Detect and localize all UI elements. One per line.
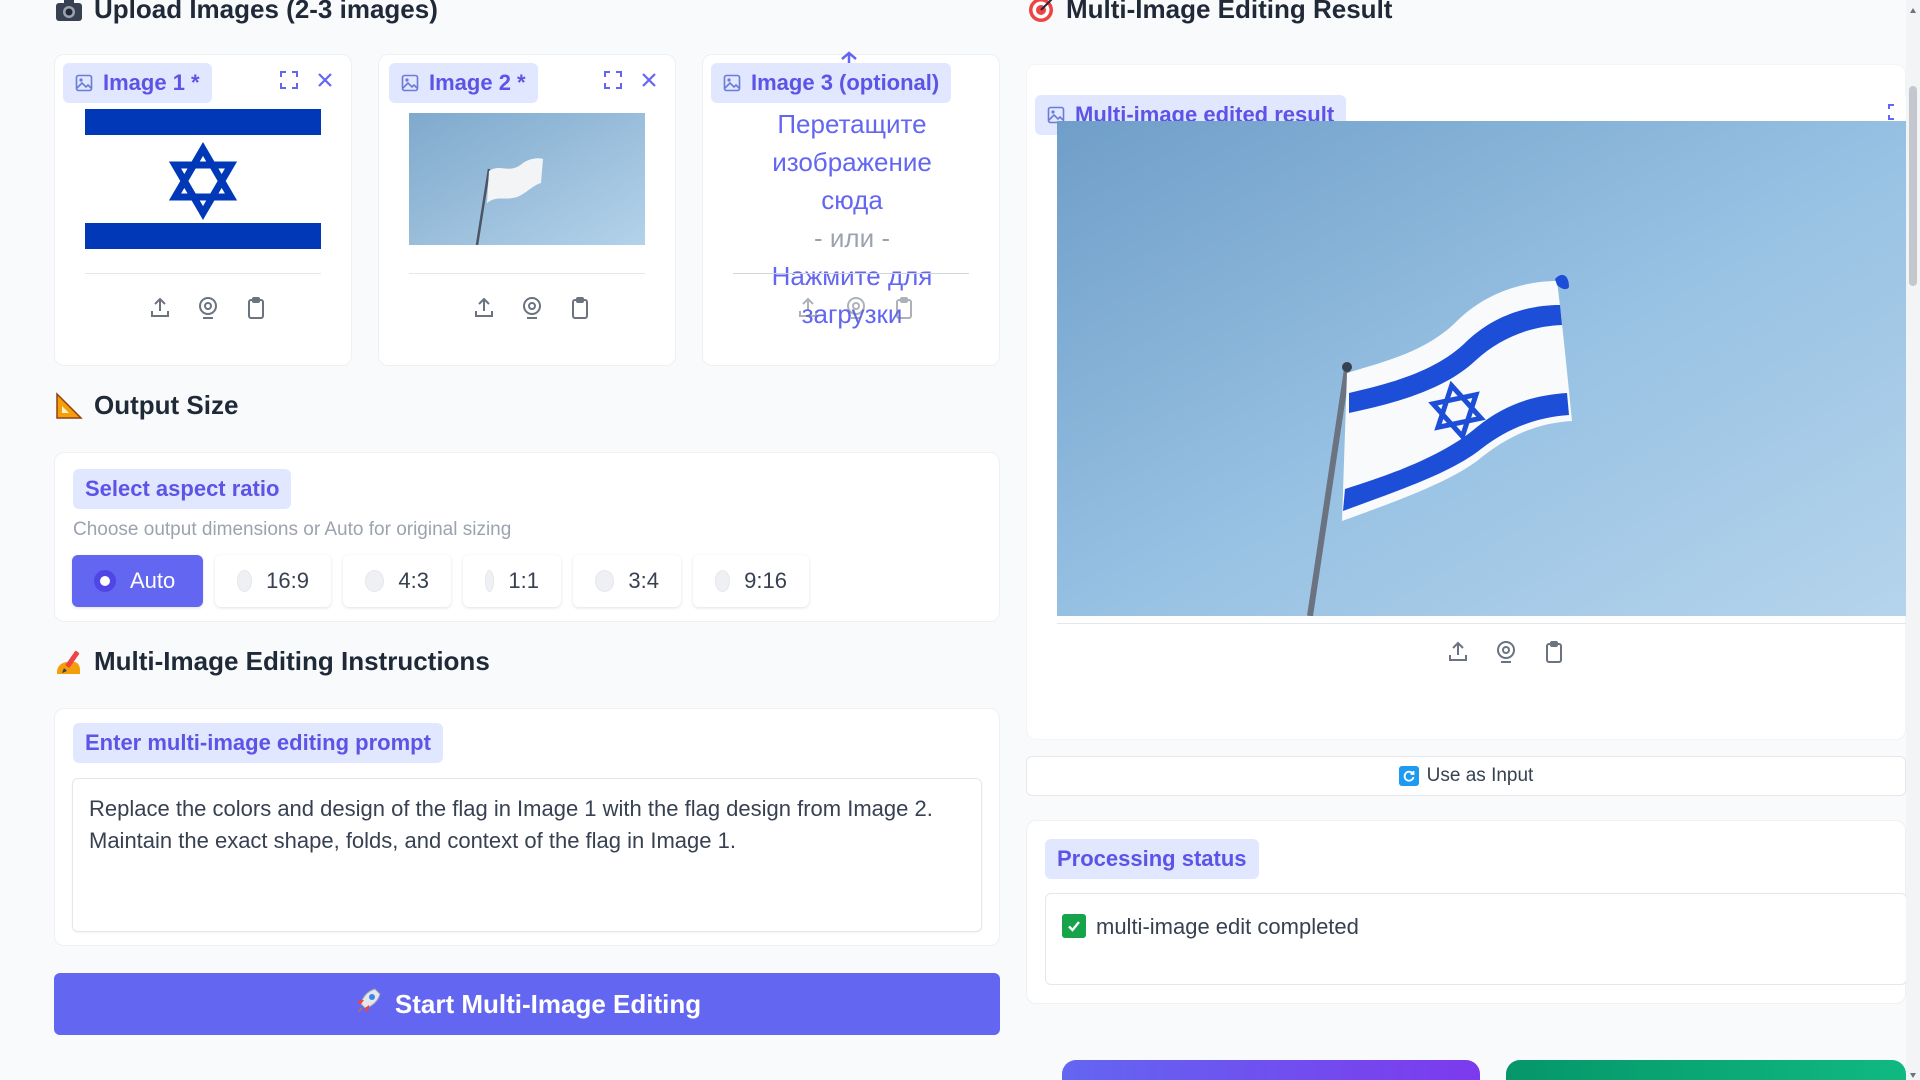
image2-upload-card[interactable]: Image 2 * <box>378 54 676 366</box>
ratio-label: 3:4 <box>628 568 659 593</box>
drop-text-line1: Перетащите <box>777 109 927 139</box>
radio-dot <box>715 570 731 592</box>
ratio-option-1-1[interactable]: 1:1 <box>463 555 561 607</box>
webcam-icon[interactable] <box>1493 639 1519 665</box>
prompt-label-text: Enter multi-image editing prompt <box>85 730 431 755</box>
image1-preview <box>85 109 321 249</box>
fullscreen-icon[interactable] <box>596 63 630 97</box>
aspect-ratio-info: Choose output dimensions or Auto for ori… <box>73 519 512 540</box>
processing-status-label-text: Processing status <box>1057 846 1247 871</box>
image-icon <box>75 74 93 92</box>
image2-label: Image 2 * <box>429 70 526 95</box>
ratio-option-3-4[interactable]: 3:4 <box>573 555 681 607</box>
webcam-icon[interactable] <box>843 295 869 321</box>
triangle-ruler-icon <box>54 391 84 421</box>
writing-hand-icon <box>54 647 84 677</box>
ratio-option-4-3[interactable]: 4:3 <box>343 555 451 607</box>
aspect-ratio-label-text: Select aspect ratio <box>85 476 280 501</box>
webcam-icon[interactable] <box>195 295 221 321</box>
image1-label-chip: Image 1 * <box>63 63 212 103</box>
ratio-label: 4:3 <box>398 568 429 593</box>
ratio-option-9-16[interactable]: 9:16 <box>693 555 809 607</box>
use-as-input-label: Use as Input <box>1426 765 1534 786</box>
image1-label: Image 1 * <box>103 70 200 95</box>
image-icon <box>723 74 741 92</box>
aspect-ratio-label: Select aspect ratio <box>73 469 292 509</box>
camera-icon <box>54 0 84 25</box>
start-editing-label: Start Multi-Image Editing <box>394 988 702 1019</box>
status-text: multi-image edit completed <box>1096 914 1359 939</box>
drop-or-text: - или - <box>814 223 890 253</box>
image2-label-chip: Image 2 * <box>389 63 538 103</box>
drop-text-line2: изображение <box>772 147 932 177</box>
upload-section-title: Upload Images (2-3 images) <box>54 0 438 25</box>
radio-dot <box>595 570 615 592</box>
upload-icon[interactable] <box>795 295 821 321</box>
image3-label: Image 3 (optional) <box>751 70 940 95</box>
scrollbar-thumb[interactable] <box>1909 86 1917 286</box>
ratio-label: 16:9 <box>266 568 309 593</box>
drop-text-line3: сюда <box>821 185 883 215</box>
status-box: multi-image edit completed <box>1045 893 1907 985</box>
ratio-option-auto[interactable]: Auto <box>72 555 203 607</box>
ratio-label: Auto <box>130 568 176 593</box>
close-icon[interactable] <box>308 63 342 97</box>
rocket-icon <box>353 986 383 1023</box>
ratio-option-16-9[interactable]: 16:9 <box>215 555 331 607</box>
processing-status-card: Processing status multi-image edit compl… <box>1026 820 1907 1004</box>
radio-dot <box>237 570 253 592</box>
result-image-card: Multi-image edited result <box>1026 64 1907 740</box>
upload-icon[interactable] <box>1445 639 1471 665</box>
image2-preview <box>409 113 645 246</box>
scroll-up-arrow[interactable] <box>1909 2 1917 13</box>
radio-dot <box>365 570 385 592</box>
refresh-icon <box>1398 766 1419 786</box>
image3-label-chip: Image 3 (optional) <box>711 63 952 103</box>
radio-dot <box>94 570 116 592</box>
bottom-action-button-1[interactable] <box>1062 1060 1480 1080</box>
clipboard-icon[interactable] <box>567 295 593 321</box>
processing-status-label: Processing status <box>1045 839 1259 879</box>
fullscreen-icon[interactable] <box>272 63 306 97</box>
scrollbar-track[interactable] <box>1906 0 1920 1080</box>
use-as-input-button[interactable]: Use as Input <box>1026 756 1906 796</box>
prompt-textarea[interactable]: Replace the colors and design of the fla… <box>72 778 982 932</box>
ratio-label: 9:16 <box>744 568 787 593</box>
result-image <box>1057 121 1907 616</box>
upload-icon[interactable] <box>471 295 497 321</box>
check-icon <box>1062 914 1086 938</box>
output-size-title: Output Size <box>54 390 238 421</box>
prompt-label: Enter multi-image editing prompt <box>73 723 443 763</box>
close-icon[interactable] <box>632 63 666 97</box>
instructions-title-text: Multi-Image Editing Instructions <box>94 646 490 676</box>
instructions-title: Multi-Image Editing Instructions <box>54 646 490 677</box>
bottom-action-button-2[interactable] <box>1506 1060 1906 1080</box>
webcam-icon[interactable] <box>519 295 545 321</box>
clipboard-icon[interactable] <box>1541 639 1567 665</box>
output-size-title-text: Output Size <box>94 390 239 420</box>
image1-upload-card[interactable]: Image 1 * <box>54 54 352 366</box>
image3-upload-card[interactable]: Image 3 (optional) Перетащите изображени… <box>702 51 1000 366</box>
clipboard-icon[interactable] <box>891 295 917 321</box>
radio-dot <box>485 570 495 592</box>
upload-icon[interactable] <box>147 295 173 321</box>
scroll-down-arrow[interactable] <box>1909 1066 1917 1078</box>
drop-click-line1: Нажмите для <box>771 261 933 291</box>
result-section-title: Multi-Image Editing Result <box>1026 0 1392 25</box>
ratio-label: 1:1 <box>508 568 539 593</box>
target-icon <box>1026 0 1056 25</box>
image-icon <box>401 74 419 92</box>
clipboard-icon[interactable] <box>243 295 269 321</box>
result-title-text: Multi-Image Editing Result <box>1066 0 1393 24</box>
start-editing-button[interactable]: Start Multi-Image Editing <box>54 973 1000 1035</box>
upload-title-text: Upload Images (2-3 images) <box>94 0 438 24</box>
